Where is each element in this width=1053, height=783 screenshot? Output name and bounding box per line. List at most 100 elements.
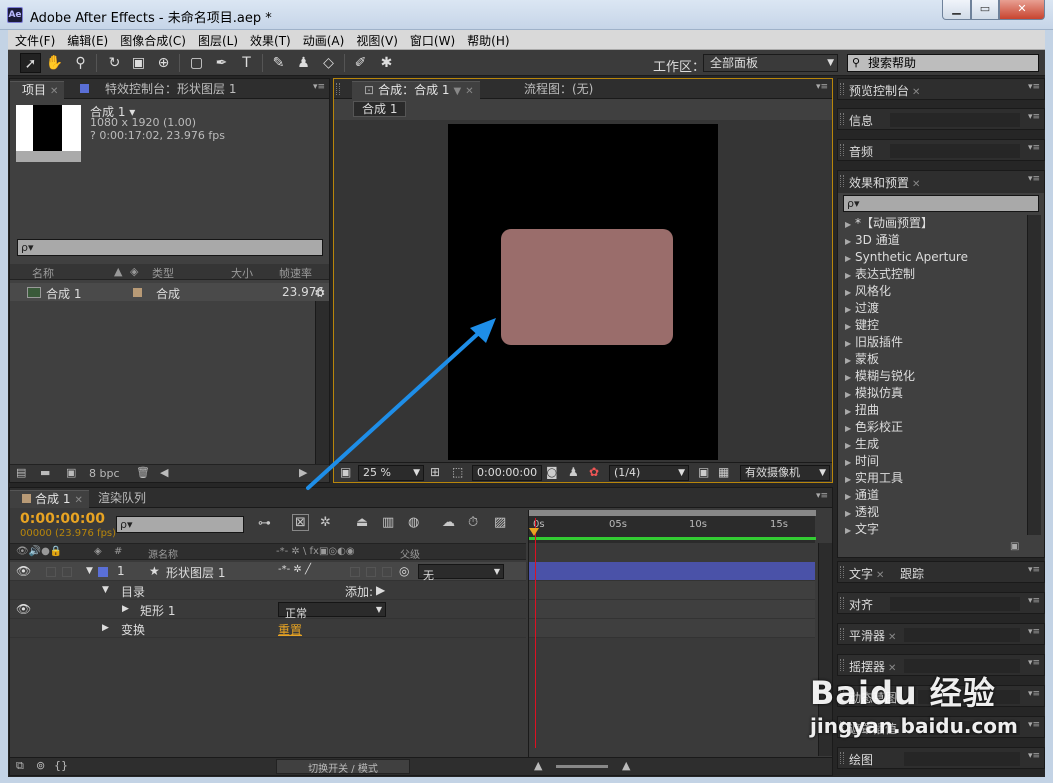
add-label[interactable]: 添加: — [345, 583, 373, 600]
panel-grip[interactable] — [840, 566, 844, 578]
panel-menu-icon[interactable]: ▾≡ — [816, 491, 828, 501]
panel-menu-icon[interactable]: ▾≡ — [1028, 658, 1040, 668]
panel-grip[interactable] — [840, 175, 844, 187]
col-name[interactable]: 名称 — [32, 265, 54, 281]
panel-grip[interactable] — [840, 113, 844, 125]
menu-window[interactable]: 窗口(W) — [403, 30, 460, 50]
effect-category[interactable]: ▶ 扭曲 — [841, 402, 1026, 419]
col-parent[interactable]: 父级 — [400, 546, 420, 561]
tab-project[interactable]: 项目 ✕ — [10, 81, 65, 99]
scroll-left-icon[interactable]: ◀ — [160, 466, 168, 479]
show-snapshot-icon[interactable]: ♟ — [568, 465, 579, 479]
pickwhip-icon[interactable]: ◎ — [399, 564, 409, 578]
close-icon[interactable]: ✕ — [74, 495, 82, 506]
menu-help[interactable]: 帮助(H) — [460, 30, 514, 50]
layer-switches-toggle-icon[interactable]: ⧉ — [16, 759, 24, 773]
preview-title[interactable]: 预览控制台 ✕ — [849, 82, 920, 99]
motion-blur-icon[interactable]: ◍ — [408, 515, 419, 530]
rectangle-row[interactable]: 👁 ▶ 矩形 1 正常 ▼ — [10, 600, 526, 620]
roto-brush-tool-icon[interactable]: ✐ — [350, 53, 371, 73]
panel-menu-icon[interactable]: ▾≡ — [1028, 627, 1040, 637]
panel-menu-icon[interactable]: ▾≡ — [1028, 751, 1040, 761]
transform-row[interactable]: ▶ 变换 重置 — [10, 619, 526, 638]
help-search-input[interactable]: ⚲ 搜索帮助 — [847, 54, 1039, 72]
menu-composition[interactable]: 图像合成(C) — [113, 30, 191, 50]
panel-grip[interactable] — [840, 597, 844, 609]
panel-menu-icon[interactable]: ▾≡ — [1028, 174, 1040, 184]
panel-menu-icon[interactable]: ▾≡ — [1028, 596, 1040, 606]
hand-tool-icon[interactable]: ✋ — [44, 53, 65, 73]
type-tool-icon[interactable]: T — [236, 53, 257, 73]
menu-file[interactable]: 文件(F) — [8, 30, 60, 50]
close-icon[interactable]: ✕ — [50, 86, 58, 97]
effect-category[interactable]: ▶ 过渡 — [841, 300, 1026, 317]
new-composition-icon[interactable]: ▣ — [66, 466, 76, 479]
new-folder-icon[interactable]: ▬ — [40, 466, 50, 479]
parent-select[interactable]: 无 ▼ — [418, 564, 504, 582]
align-title[interactable]: 对齐 — [849, 596, 873, 613]
zoom-slider[interactable] — [556, 765, 608, 768]
eraser-tool-icon[interactable]: ◇ — [318, 53, 339, 73]
rectangle-tool-icon[interactable]: ▢ — [186, 53, 207, 73]
region-of-interest-icon[interactable]: ▣ — [698, 465, 709, 479]
info-title[interactable]: 信息 — [849, 112, 873, 129]
new-preset-icon[interactable]: ▣ — [1010, 541, 1019, 552]
menu-animation[interactable]: 动画(A) — [296, 30, 350, 50]
paint-title[interactable]: 绘图 — [849, 751, 873, 768]
bpc-label[interactable]: 8 bpc — [89, 467, 120, 480]
panel-menu-icon[interactable]: ▾≡ — [1028, 565, 1040, 575]
audio-title[interactable]: 音频 — [849, 143, 873, 160]
effect-category[interactable]: ▶ 蒙板 — [841, 351, 1026, 368]
panel-menu-icon[interactable]: ▾≡ — [1028, 689, 1040, 699]
zoom-tool-icon[interactable]: ⚲ — [70, 53, 91, 73]
effect-category[interactable]: ▶ *【动画预置】 — [841, 215, 1026, 232]
transfer-controls-toggle-icon[interactable]: ⊚ — [36, 759, 45, 772]
camera-select[interactable]: 有效摄像机 ▼ — [740, 465, 830, 481]
color-channels-icon[interactable]: ✿ — [589, 465, 599, 479]
effect-category[interactable]: ▶ 生成 — [841, 436, 1026, 453]
timeline-search-input[interactable]: ρ▾ — [116, 516, 244, 533]
track-empty-area[interactable] — [528, 638, 815, 758]
label-color-swatch[interactable] — [98, 567, 108, 577]
panel-menu-icon[interactable]: ▾≡ — [1028, 82, 1040, 92]
puppet-pin-tool-icon[interactable]: ✱ — [376, 53, 397, 73]
rectangle-label[interactable]: 矩形 1 — [140, 602, 175, 619]
panel-grip[interactable] — [840, 144, 844, 156]
project-row-comp1[interactable]: 合成 1 合成 23.976 ⛭ — [10, 283, 329, 301]
effects-presets-title[interactable]: 效果和预置 ✕ — [849, 174, 920, 191]
panel-menu-icon[interactable]: ▾≡ — [1028, 143, 1040, 153]
tab-effect-controls[interactable]: 特效控制台：形状图层 1 — [68, 81, 242, 99]
resolution-select[interactable]: (1/4) ▼ — [609, 465, 689, 481]
project-search-input[interactable]: ρ▾ — [17, 239, 323, 256]
expand-triangle-icon[interactable]: ▶ — [122, 604, 129, 614]
toggle-switches-modes-button[interactable]: 切换开关 / 模式 — [276, 759, 410, 775]
effect-category[interactable]: ▶ 风格化 — [841, 283, 1026, 300]
panel-grip[interactable] — [840, 628, 844, 640]
panel-menu-icon[interactable]: ▾≡ — [313, 82, 325, 92]
selection-tool-icon[interactable]: ➚ — [20, 53, 41, 73]
interpret-footage-icon[interactable]: ▤ — [16, 466, 26, 479]
minimize-button[interactable]: ▁ — [942, 0, 971, 20]
composition-subtab[interactable]: 合成 1 — [353, 101, 407, 117]
timeline-timecode[interactable]: 0:00:00:00 — [20, 511, 105, 527]
brush-tool-icon[interactable]: ✎ — [268, 53, 289, 73]
col-source-name[interactable]: 源名称 — [148, 546, 178, 561]
eye-icon[interactable]: 👁 — [16, 602, 31, 616]
contents-row[interactable]: ▼ 目录 添加: ▶ — [10, 581, 526, 600]
effect-category[interactable]: ▶ 实用工具 — [841, 470, 1026, 487]
pan-behind-tool-icon[interactable]: ⊕ — [153, 53, 174, 73]
menu-layer[interactable]: 图层(L) — [191, 30, 243, 50]
smoother-title[interactable]: 平滑器 ✕ — [849, 627, 896, 644]
clone-stamp-tool-icon[interactable]: ♟ — [293, 53, 314, 73]
comp-mini-flowchart-icon[interactable]: ⊶ — [258, 516, 271, 531]
expand-triangle-icon[interactable]: ▼ — [102, 585, 109, 595]
safe-zone-icon[interactable]: ⬚ — [452, 465, 463, 479]
brainstorm-icon[interactable]: ☁ — [442, 515, 455, 530]
always-preview-icon[interactable]: ▣ — [340, 465, 351, 479]
menu-edit[interactable]: 编辑(E) — [60, 30, 113, 50]
effect-category[interactable]: ▶ 旧版插件 — [841, 334, 1026, 351]
zoom-select[interactable]: 25 % ▼ — [358, 465, 424, 481]
tab-render-queue[interactable]: 渲染队列 — [86, 490, 152, 508]
layer-duration-bar[interactable] — [528, 562, 815, 581]
draft-3d-icon[interactable]: ✲ — [320, 515, 331, 530]
